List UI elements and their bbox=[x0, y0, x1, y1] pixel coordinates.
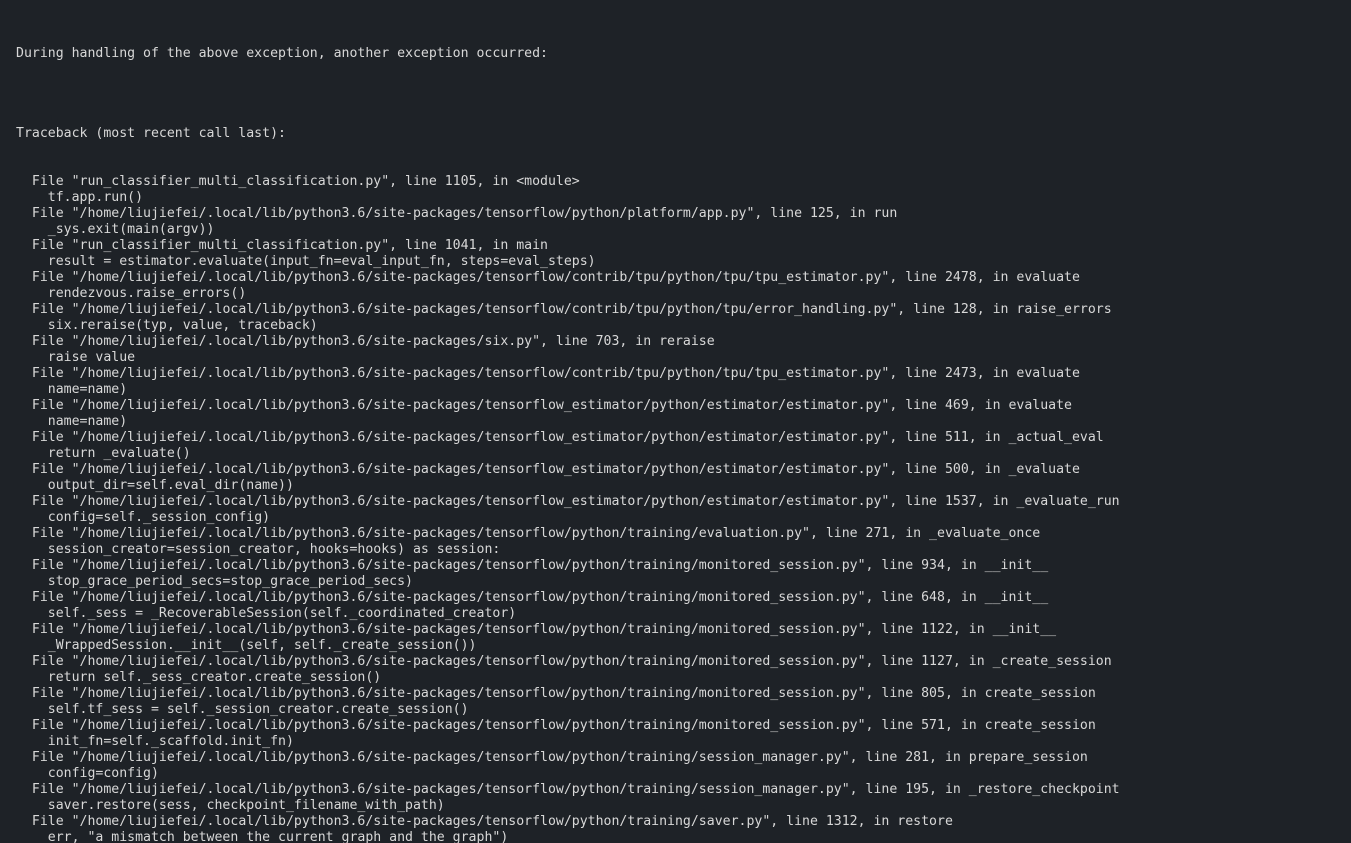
traceback-frame-location: File "/home/liujiefei/.local/lib/python3… bbox=[16, 590, 1337, 606]
traceback-frame-location: File "/home/liujiefei/.local/lib/python3… bbox=[16, 718, 1337, 734]
traceback-frame-location: File "/home/liujiefei/.local/lib/python3… bbox=[16, 398, 1337, 414]
traceback-frame-code: result = estimator.evaluate(input_fn=eva… bbox=[16, 254, 1337, 270]
traceback-frame-code: name=name) bbox=[16, 414, 1337, 430]
traceback-frame-code: self.tf_sess = self._session_creator.cre… bbox=[16, 702, 1337, 718]
traceback-frame-location: File "/home/liujiefei/.local/lib/python3… bbox=[16, 622, 1337, 638]
traceback-frame-location: File "/home/liujiefei/.local/lib/python3… bbox=[16, 302, 1337, 318]
traceback-frame-location: File "/home/liujiefei/.local/lib/python3… bbox=[16, 206, 1337, 222]
traceback-title: Traceback (most recent call last): bbox=[16, 126, 1337, 142]
terminal-output[interactable]: During handling of the above exception, … bbox=[0, 0, 1351, 843]
traceback-frame-code: err, "a mismatch between the current gra… bbox=[16, 830, 1337, 843]
traceback-frame-code: _sys.exit(main(argv)) bbox=[16, 222, 1337, 238]
traceback-frame-location: File "/home/liujiefei/.local/lib/python3… bbox=[16, 462, 1337, 478]
traceback-frame-location: File "/home/liujiefei/.local/lib/python3… bbox=[16, 686, 1337, 702]
traceback-frame-code: rendezvous.raise_errors() bbox=[16, 286, 1337, 302]
traceback-frame-code: _WrappedSession.__init__(self, self._cre… bbox=[16, 638, 1337, 654]
traceback-frame-code: six.reraise(typ, value, traceback) bbox=[16, 318, 1337, 334]
traceback-frame-code: name=name) bbox=[16, 382, 1337, 398]
traceback-frame-location: File "/home/liujiefei/.local/lib/python3… bbox=[16, 366, 1337, 382]
traceback-frame-code: stop_grace_period_secs=stop_grace_period… bbox=[16, 574, 1337, 590]
traceback-frame-code: return _evaluate() bbox=[16, 446, 1337, 462]
traceback-frame-location: File "/home/liujiefei/.local/lib/python3… bbox=[16, 334, 1337, 350]
traceback-frame-code: return self._sess_creator.create_session… bbox=[16, 670, 1337, 686]
traceback-frame-code: config=config) bbox=[16, 766, 1337, 782]
traceback-frame-code: raise value bbox=[16, 350, 1337, 366]
traceback-frame-location: File "/home/liujiefei/.local/lib/python3… bbox=[16, 526, 1337, 542]
traceback-frame-location: File "/home/liujiefei/.local/lib/python3… bbox=[16, 558, 1337, 574]
traceback-frame-code: output_dir=self.eval_dir(name)) bbox=[16, 478, 1337, 494]
traceback-frame-code: saver.restore(sess, checkpoint_filename_… bbox=[16, 798, 1337, 814]
traceback-frame-location: File "/home/liujiefei/.local/lib/python3… bbox=[16, 814, 1337, 830]
exception-header: During handling of the above exception, … bbox=[16, 46, 1337, 62]
traceback-frame-location: File "/home/liujiefei/.local/lib/python3… bbox=[16, 270, 1337, 286]
traceback-frame-location: File "/home/liujiefei/.local/lib/python3… bbox=[16, 654, 1337, 670]
traceback-frame-code: session_creator=session_creator, hooks=h… bbox=[16, 542, 1337, 558]
traceback-frame-location: File "/home/liujiefei/.local/lib/python3… bbox=[16, 430, 1337, 446]
traceback-frame-location: File "/home/liujiefei/.local/lib/python3… bbox=[16, 782, 1337, 798]
traceback-frame-code: tf.app.run() bbox=[16, 190, 1337, 206]
traceback-frame-code: self._sess = _RecoverableSession(self._c… bbox=[16, 606, 1337, 622]
traceback-frame-location: File "/home/liujiefei/.local/lib/python3… bbox=[16, 494, 1337, 510]
traceback-frame-location: File "run_classifier_multi_classificatio… bbox=[16, 238, 1337, 254]
traceback-frame-code: init_fn=self._scaffold.init_fn) bbox=[16, 734, 1337, 750]
traceback-frame-code: config=self._session_config) bbox=[16, 510, 1337, 526]
traceback-frames: File "run_classifier_multi_classificatio… bbox=[16, 174, 1337, 843]
traceback-frame-location: File "run_classifier_multi_classificatio… bbox=[16, 174, 1337, 190]
traceback-frame-location: File "/home/liujiefei/.local/lib/python3… bbox=[16, 750, 1337, 766]
